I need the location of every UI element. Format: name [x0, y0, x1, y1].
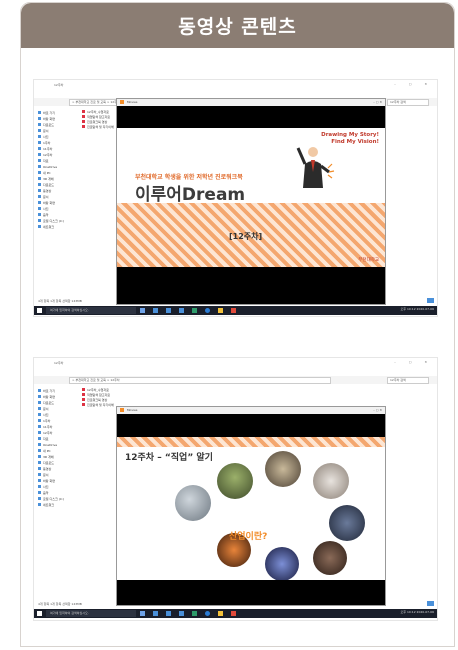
- task-view-icon[interactable]: [140, 308, 145, 313]
- app-icon[interactable]: [179, 308, 184, 313]
- system-clock: 오후 10:12 2020-07-06: [400, 307, 434, 311]
- slide-cover: Drawing My Story! Find My Vision! 부천대학교 …: [117, 128, 385, 267]
- windows-start-icon[interactable]: [37, 308, 42, 313]
- task-view-icon[interactable]: [140, 611, 145, 616]
- player-title: Movies: [126, 408, 138, 412]
- explorer-ribbon: [34, 368, 437, 381]
- status-text: 4개 항목 1개 항목 선택함 143MB: [38, 299, 82, 303]
- taskbar: 여기에 입력하여 검색하십시오. 오후 10:12 2020-07-06: [34, 306, 437, 315]
- folder-icon[interactable]: [218, 611, 223, 616]
- system-clock: 오후 10:12 2020-07-06: [400, 610, 434, 614]
- section-header: 동영상 콘텐츠: [21, 3, 454, 48]
- slide-school-logo: 부천대학교: [358, 258, 379, 263]
- folder-icon[interactable]: [218, 308, 223, 313]
- industry-photo-service: [313, 541, 347, 575]
- app-icon[interactable]: [166, 308, 171, 313]
- movies-logo-icon: [120, 100, 124, 104]
- screenshot-1: 12주차 – ▢ ✕ > 부천대학교 진로 및 교육 > 12주차 12주차 검…: [33, 79, 438, 317]
- player-window-controls[interactable]: – ▢ ✕: [373, 99, 382, 106]
- movie-player-window: Movies – ▢ ✕ Drawing My Story! Find My V…: [116, 98, 386, 305]
- explorer-titlebar: 12주차 – ▢ ✕: [34, 80, 437, 90]
- nav-item[interactable]: 네트워크: [38, 502, 78, 508]
- nav-pane: 바로 가기 바탕 화면 다운로드 문서 사진 1주차 11주차 12주차 자료 OneDrive 내…: [38, 110, 78, 230]
- explorer-titlebar: 12주차 – ▢ ✕: [34, 358, 437, 368]
- explorer-search[interactable]: 12주차 검색: [387, 99, 429, 106]
- window-controls[interactable]: – ▢ ✕: [394, 82, 433, 86]
- nav-item[interactable]: 네트워크: [38, 224, 78, 230]
- explorer-title: 12주차: [54, 361, 64, 365]
- industry-photo-farming: [217, 463, 253, 499]
- status-text: 4개 항목 1개 항목 선택함 143MB: [38, 602, 82, 606]
- movie-player-window: Movies – ▢ ✕ 12주차 – “직업” 알기 산업이란?: [116, 406, 386, 606]
- address-bar[interactable]: > 부천대학교 진로 및 교육 > 12주차: [69, 377, 331, 384]
- section-title: 동영상 콘텐츠: [178, 16, 297, 38]
- view-toggle-button[interactable]: [427, 601, 434, 606]
- nav-pane: 바로 가기 바탕 화면 다운로드 문서 사진 1주차 11주차 12주차 자료 OneDrive 내…: [38, 388, 78, 508]
- industry-photo-technology: [265, 547, 299, 580]
- player-title: Movies: [126, 100, 138, 104]
- address-row: > 부천대학교 진로 및 교육 > 12주차 12주차 검색: [34, 376, 437, 384]
- explorer-title: 12주차: [54, 83, 64, 87]
- app-icon[interactable]: [153, 611, 158, 616]
- movies-app-icon[interactable]: [231, 611, 236, 616]
- slide-industry: 12주차 – “직업” 알기 산업이란?: [117, 437, 385, 580]
- app-icon[interactable]: [179, 611, 184, 616]
- edge-icon[interactable]: [205, 308, 210, 313]
- player-window-controls[interactable]: – ▢ ✕: [373, 407, 382, 414]
- tagline-line-1: Drawing My Story!: [321, 132, 379, 138]
- taskbar-search[interactable]: 여기에 입력하여 검색하십시오.: [46, 610, 136, 617]
- taskbar-search[interactable]: 여기에 입력하여 검색하십시오.: [46, 307, 136, 314]
- app-icon[interactable]: [153, 308, 158, 313]
- movies-app-icon[interactable]: [231, 308, 236, 313]
- industry-photo-manufacturing: [265, 451, 301, 487]
- slide-center-text: 산업이란?: [229, 532, 268, 542]
- edge-icon[interactable]: [205, 611, 210, 616]
- explorer-ribbon: [34, 90, 437, 103]
- file-list: 12주차_수업자료 직업탐색 참고자료 진로워크북 영상 진로탐색 및 자기이해: [82, 388, 142, 408]
- window-controls[interactable]: – ▢ ✕: [394, 360, 433, 364]
- taskbar: 여기에 입력하여 검색하십시오. 오후 10:12 2020-07-06: [34, 609, 437, 618]
- screenshot-2: 12주차 – ▢ ✕ > 부천대학교 진로 및 교육 > 12주차 12주차 검…: [33, 357, 438, 621]
- player-titlebar: Movies – ▢ ✕: [117, 407, 385, 414]
- player-titlebar: Movies – ▢ ✕: [117, 99, 385, 106]
- view-toggle-button[interactable]: [427, 298, 434, 303]
- industry-photo-construction: [175, 485, 211, 521]
- windows-start-icon[interactable]: [37, 611, 42, 616]
- movies-logo-icon: [120, 408, 124, 412]
- slide-top-stripe: [117, 437, 385, 447]
- explorer-search[interactable]: 12주차 검색: [387, 377, 429, 384]
- slide-week-label: [12주차]: [229, 232, 263, 241]
- content-card: 동영상 콘텐츠 12주차 – ▢ ✕ > 부천대학교 진로 및 교육 > 12주…: [20, 2, 455, 647]
- app-icon[interactable]: [166, 611, 171, 616]
- app-icon[interactable]: [192, 308, 197, 313]
- industry-photo-office: [329, 505, 365, 541]
- slide-title: 이루어Dream: [135, 185, 246, 205]
- industry-photo-warehouse: [313, 463, 349, 499]
- businessman-illustration: [296, 147, 335, 188]
- slide-title: 12주차 – “직업” 알기: [125, 453, 213, 463]
- app-icon[interactable]: [192, 611, 197, 616]
